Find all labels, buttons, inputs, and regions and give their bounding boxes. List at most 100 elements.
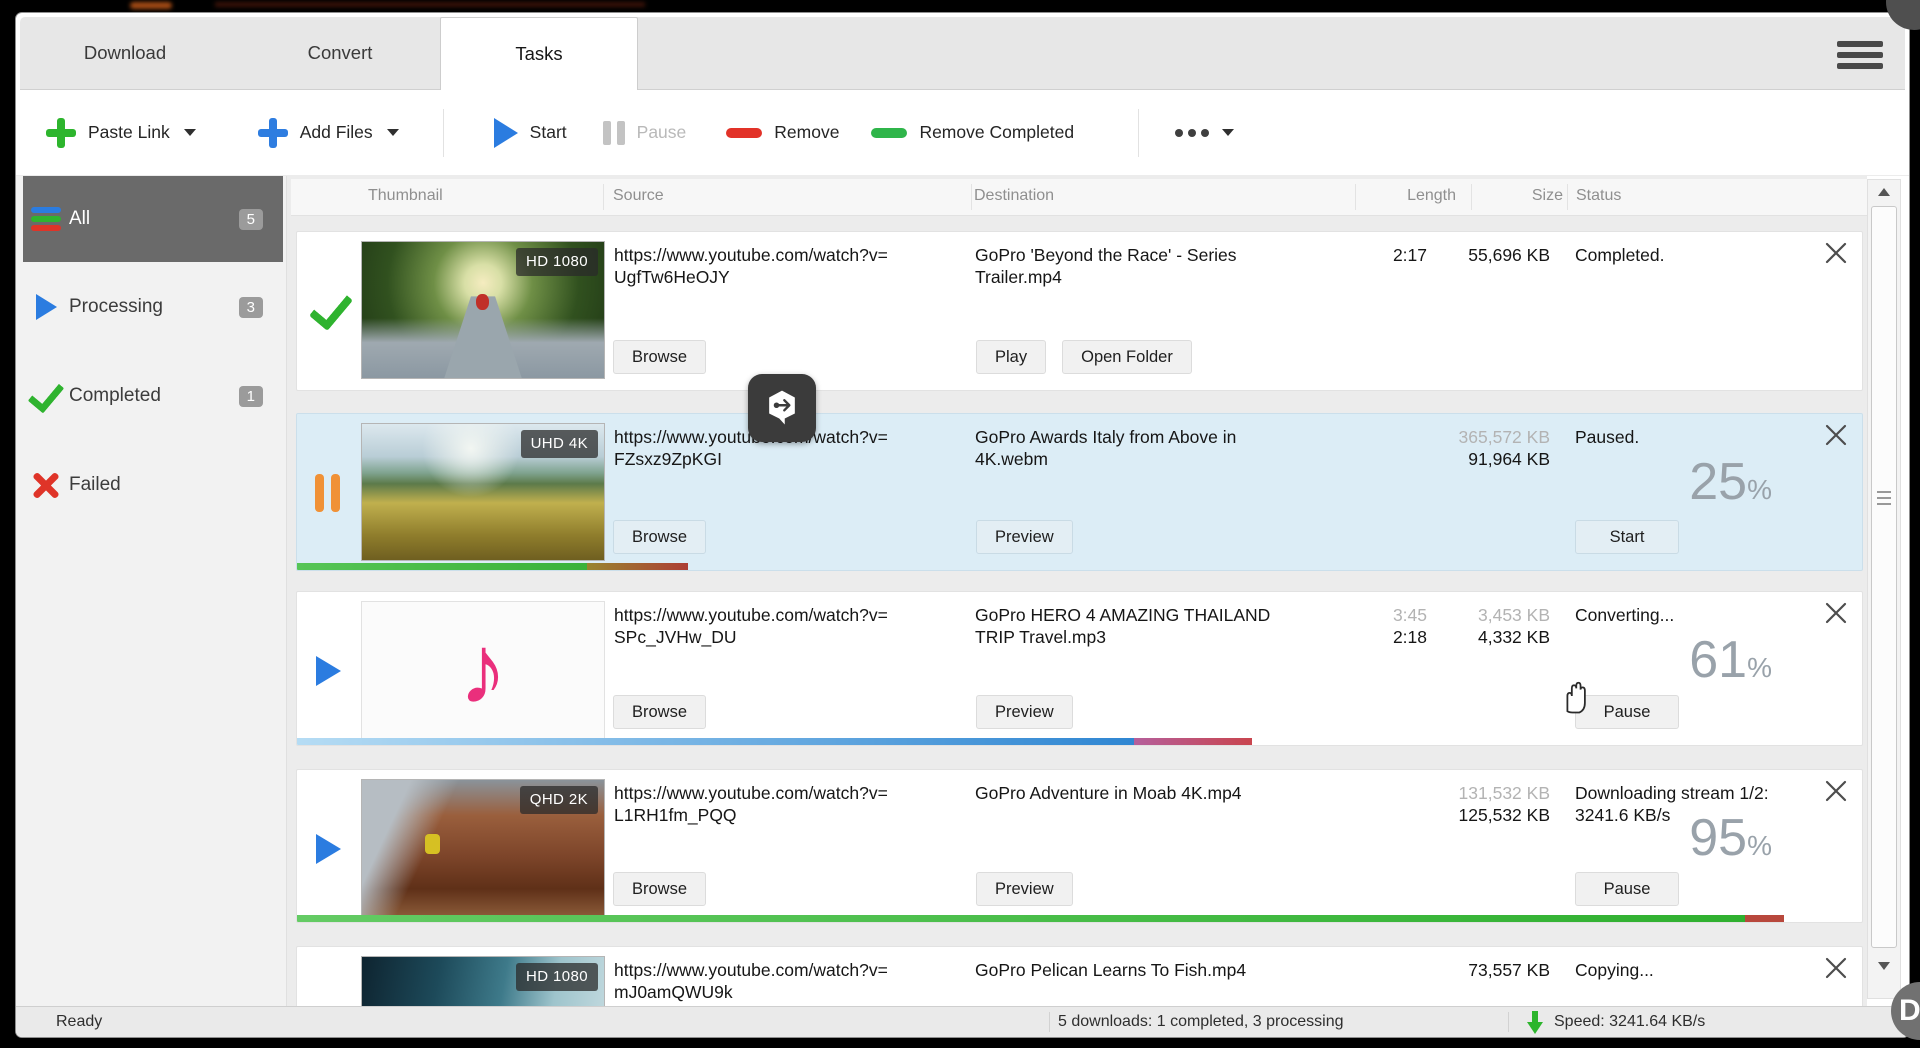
vertical-scrollbar[interactable] [1867, 179, 1901, 999]
tab-label: Convert [307, 41, 373, 63]
task-row[interactable]: HD 1080 https://www.youtube.com/watch?v=… [296, 231, 1863, 391]
progress-bar [297, 563, 1862, 570]
close-icon [1825, 424, 1847, 446]
status-action-button[interactable]: Pause [1575, 872, 1679, 906]
quality-badge: QHD 2K [519, 786, 598, 814]
sidebar-item-failed[interactable]: Failed [23, 449, 283, 521]
sidebar-item-label: Processing [69, 296, 163, 317]
destination-cell: GoPro 'Beyond the Race' - Series Trailer… [975, 244, 1285, 288]
close-row-button[interactable] [1822, 240, 1850, 268]
tab-tasks[interactable]: Tasks [440, 17, 638, 90]
size-cell: 131,532 KB 125,532 KB [1458, 783, 1550, 825]
source-cell: https://www.youtube.com/watch?v= SPc_JVH… [614, 604, 964, 648]
browse-button[interactable]: Browse [613, 520, 707, 554]
task-row[interactable]: UHD 4K https://www.youtube.com/watch?v= … [296, 413, 1863, 571]
sidebar-item-completed[interactable]: Completed 1 [23, 360, 283, 432]
close-icon [1825, 602, 1847, 624]
hand-cursor-icon [1566, 681, 1586, 714]
scroll-down-icon[interactable] [1878, 962, 1890, 970]
tab-label: Download [83, 41, 167, 63]
share-drop-icon [748, 374, 816, 442]
music-note-icon: ♪ [458, 614, 508, 725]
remove-completed-button[interactable]: Remove Completed [871, 122, 1074, 143]
all-filter-icon [23, 207, 69, 231]
speed-down-arrow-icon [1527, 1011, 1543, 1034]
paste-link-button[interactable]: Paste Link [46, 117, 170, 148]
source-url-line2: mJ0amQWU9k [614, 982, 733, 1002]
preview-button[interactable]: Preview [976, 872, 1073, 906]
close-row-button[interactable] [1822, 955, 1850, 983]
size-cell: 3,453 KB 4,332 KB [1478, 605, 1550, 647]
tab-convert[interactable]: Convert [245, 17, 435, 88]
status-cell: Converting... [1575, 605, 1675, 625]
status-action-button[interactable]: Start [1575, 520, 1679, 554]
destination-cell: GoPro Pelican Learns To Fish.mp4 [975, 959, 1285, 981]
destination-line1: GoPro Adventure in Moab 4K.mp4 [975, 783, 1242, 803]
more-actions-button[interactable] [1175, 128, 1235, 137]
destination-buttons: Play Open Folder [976, 340, 1192, 390]
task-row[interactable]: ♪ https://www.youtube.com/watch?v= SPc_J… [296, 591, 1863, 746]
count-badge: 1 [238, 385, 263, 407]
tab-label: Tasks [515, 43, 563, 64]
source-url-line1: https://www.youtube.com/watch?v= [614, 605, 888, 625]
destination-cell: GoPro Adventure in Moab 4K.mp4 [975, 782, 1285, 804]
app-window: Download Convert Tasks Paste Link Add Fi… [15, 12, 1910, 1038]
source-cell: https://www.youtube.com/watch?v= L1RH1fm… [614, 782, 964, 826]
browse-button[interactable]: Browse [613, 695, 707, 729]
thumbnail: QHD 2K [361, 779, 605, 917]
speed-status: Speed: 3241.64 KB/s [1554, 1013, 1706, 1030]
destination-line2: 4K.webm [975, 449, 1048, 469]
preview-button[interactable]: Preview [976, 695, 1073, 729]
open-folder-button[interactable]: Open Folder [1062, 340, 1192, 374]
source-cell: https://www.youtube.com/watch?v= UgfTw6H… [614, 244, 964, 288]
source-cell: https://www.youtube.com/watch?v= mJ0amQW… [614, 959, 964, 1003]
pause-button[interactable]: Pause [602, 120, 686, 145]
start-label: Start [529, 122, 567, 142]
background-artifact [130, 2, 172, 9]
downloads-summary: 5 downloads: 1 completed, 3 processing [1058, 1013, 1344, 1030]
scroll-up-icon[interactable] [1878, 188, 1890, 196]
plus-icon [257, 117, 288, 148]
sidebar-item-label: Failed [69, 474, 121, 495]
column-status: Status [1576, 187, 1622, 204]
start-icon [493, 117, 518, 148]
background-artifact [215, 2, 645, 7]
preview-button[interactable]: Preview [976, 520, 1073, 554]
ready-status: Ready [56, 1013, 103, 1030]
check-icon [23, 374, 69, 414]
paste-link-dropdown-icon[interactable] [183, 129, 196, 136]
destination-line2: Trailer.mp4 [975, 267, 1062, 287]
browse-button[interactable]: Browse [613, 340, 707, 374]
hamburger-menu-icon[interactable] [1837, 41, 1883, 69]
task-row[interactable]: QHD 2K https://www.youtube.com/watch?v= … [296, 769, 1863, 923]
source-url-line1: https://www.youtube.com/watch?v= [614, 245, 888, 265]
scrollbar-thumb[interactable] [1871, 206, 1897, 948]
play-button[interactable]: Play [976, 340, 1047, 374]
destination-cell: GoPro Awards Italy from Above in 4K.webm [975, 426, 1285, 470]
start-button[interactable]: Start [493, 117, 567, 148]
destination-line1: GoPro Pelican Learns To Fish.mp4 [975, 960, 1247, 980]
browse-button[interactable]: Browse [613, 872, 707, 906]
sidebar-item-all[interactable]: All 5 [23, 176, 283, 262]
paste-link-label: Paste Link [88, 122, 170, 142]
size-cell: 73,557 KB [1468, 960, 1550, 980]
add-files-label: Add Files [299, 122, 373, 142]
toolbar-separator [1138, 108, 1140, 157]
count-badge: 5 [238, 208, 263, 230]
remove-button[interactable]: Remove [726, 122, 839, 143]
length-cell: 3:45 2:18 [1392, 605, 1427, 647]
close-icon [1825, 957, 1847, 979]
check-state-icon [311, 284, 359, 338]
sidebar-item-processing[interactable]: Processing 3 [23, 271, 283, 343]
close-row-button[interactable] [1822, 778, 1850, 806]
source-url-line1: https://www.youtube.com/watch?v= [614, 783, 888, 803]
add-files-button[interactable]: Add Files [257, 117, 373, 148]
close-row-button[interactable] [1822, 422, 1850, 450]
destination-line2: TRIP Travel.mp3 [975, 627, 1106, 647]
progress-bar [297, 738, 1862, 745]
close-row-button[interactable] [1822, 600, 1850, 628]
destination-line1: GoPro 'Beyond the Race' - Series [975, 245, 1237, 265]
add-files-dropdown-icon[interactable] [386, 129, 399, 136]
progress-percent: 25% [1689, 453, 1772, 511]
tab-download[interactable]: Download [30, 17, 220, 88]
